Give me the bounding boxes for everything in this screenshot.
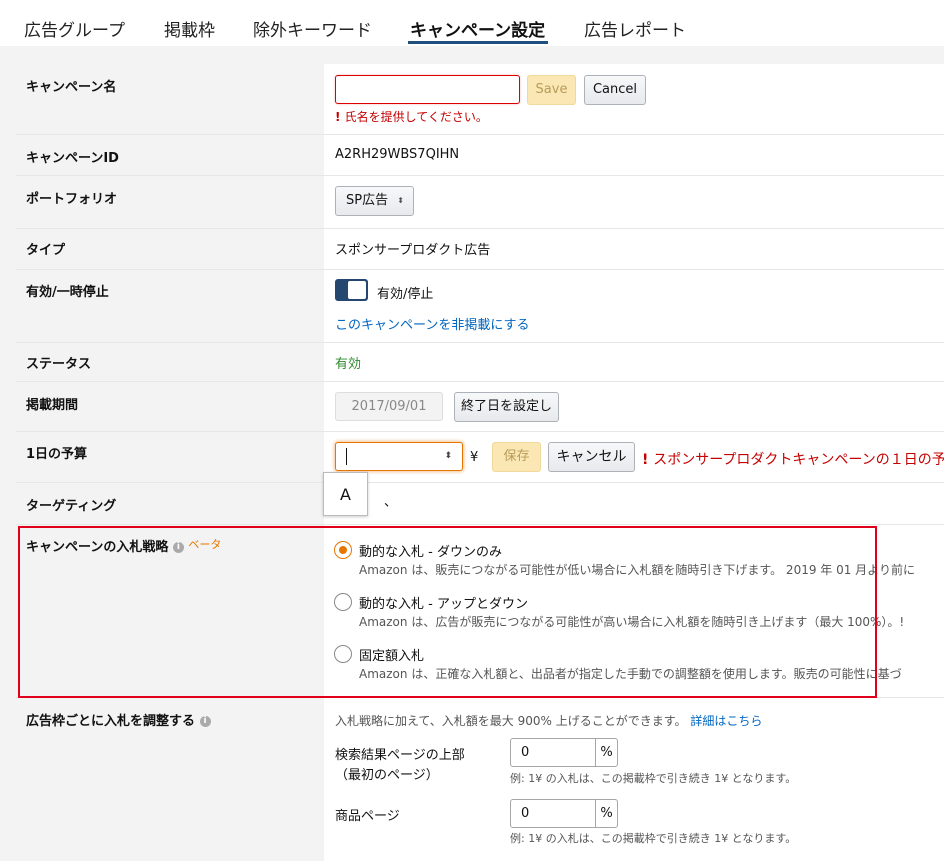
row-period: 掲載期間 2017/09/01 終了日を設定し — [16, 382, 944, 431]
text-cursor — [346, 448, 347, 465]
row-type: タイプ スポンサープロダクト広告 — [16, 229, 944, 269]
top-of-search-input[interactable]: 0 — [510, 738, 596, 767]
error-icon: ! — [642, 452, 654, 468]
details-link[interactable]: 詳細はこちら — [690, 714, 762, 728]
row-status: ステータス 有効 — [16, 343, 944, 381]
campaign-id-value: A2RH29WBS7QIHN — [335, 147, 460, 162]
targeting-value: 、 — [384, 495, 398, 510]
campaign-name-error: ! 氏名を提供してください。 — [335, 110, 488, 124]
campaign-name-save-button[interactable]: Save — [527, 75, 576, 105]
campaign-name-input[interactable] — [335, 75, 520, 104]
campaign-name-cancel-button[interactable]: Cancel — [584, 75, 646, 105]
campaign-id-label: キャンペーンID — [26, 151, 119, 166]
top-of-search-hint: 例: 1¥ の入札は、この掲載枠で引き続き 1¥ となります。 — [510, 772, 797, 785]
product-page-unit: % — [595, 799, 618, 828]
row-active: 有効/一時停止 有効/停止 このキャンペーンを非掲載にする — [16, 270, 944, 342]
set-end-date-button[interactable]: 終了日を設定し — [454, 392, 559, 422]
period-label: 掲載期間 — [26, 398, 79, 413]
row-campaign-name: キャンペーン名 Save Cancel ! 氏名を提供してください。 — [16, 64, 944, 134]
start-date-input[interactable]: 2017/09/01 — [335, 392, 443, 421]
row-targeting: ターゲティング 、 — [16, 483, 944, 524]
budget-save-button[interactable]: 保存 — [492, 442, 541, 472]
bidding-strategy-highlight — [18, 526, 877, 698]
product-page-input[interactable]: 0 — [510, 799, 596, 828]
status-label: ステータス — [26, 357, 92, 372]
tab-campaign-settings[interactable]: キャンペーン設定 — [410, 16, 545, 41]
input-mode-popup: A — [323, 472, 368, 516]
product-page-hint: 例: 1¥ の入札は、この掲載枠で引き続き 1¥ となります。 — [510, 832, 797, 845]
type-value: スポンサープロダクト広告 — [335, 243, 491, 258]
budget-label: 1日の予算 — [26, 447, 88, 462]
campaign-name-label: キャンペーン名 — [26, 80, 117, 95]
targeting-label: ターゲティング — [26, 499, 117, 514]
info-icon[interactable]: i — [199, 716, 211, 727]
budget-error: ! スポンサープロダクトキャンペーンの１日の予算に — [642, 452, 944, 468]
placement-adjust-label: 広告枠ごとに入札を調整する i — [26, 710, 211, 729]
top-of-search-unit: % — [595, 738, 618, 767]
status-value: 有効 — [335, 357, 362, 372]
active-tab-indicator — [408, 41, 548, 44]
tab-negative-keywords[interactable]: 除外キーワード — [253, 16, 372, 41]
tab-ad-groups[interactable]: 広告グループ — [24, 16, 125, 41]
tab-ad-report[interactable]: 広告レポート — [584, 16, 686, 41]
budget-input[interactable]: ⬍ — [335, 442, 463, 471]
type-label: タイプ — [26, 243, 66, 258]
row-portfolio: ポートフォリオ SP広告 ⬍ — [16, 176, 944, 228]
error-icon: ! — [335, 110, 345, 124]
tab-bar: 広告グループ 掲載枠 除外キーワード キャンペーン設定 広告レポート — [0, 0, 944, 46]
row-campaign-id: キャンペーンID A2RH29WBS7QIHN — [16, 135, 944, 175]
stepper-arrows-icon[interactable]: ⬍ — [444, 443, 452, 470]
budget-cancel-button[interactable]: キャンセル — [548, 442, 635, 472]
active-toggle-label: 有効/停止 — [377, 287, 434, 302]
row-placement-adjust: 広告枠ごとに入札を調整する i 入札戦略に加えて、入札額を最大 900% 上げる… — [16, 698, 944, 861]
archive-campaign-link[interactable]: このキャンペーンを非掲載にする — [335, 314, 529, 333]
top-of-search-sublabel: （最初のページ） — [335, 768, 439, 783]
product-page-label: 商品ページ — [335, 809, 400, 824]
budget-currency: ¥ — [470, 450, 479, 465]
sort-arrows-icon: ⬍ — [397, 196, 404, 205]
portfolio-select[interactable]: SP広告 ⬍ — [335, 186, 414, 216]
row-budget: 1日の予算 ⬍ ¥ 保存 キャンセル ! スポンサープロダクトキャンペーンの１日… — [16, 432, 944, 482]
placement-intro: 入札戦略に加えて、入札額を最大 900% 上げることができます。 詳細はこちら — [335, 714, 763, 728]
active-label: 有効/一時停止 — [26, 285, 109, 300]
tab-placements[interactable]: 掲載枠 — [164, 16, 215, 41]
active-toggle[interactable] — [335, 279, 368, 301]
top-of-search-label: 検索結果ページの上部 — [335, 748, 465, 763]
portfolio-label: ポートフォリオ — [26, 192, 118, 207]
